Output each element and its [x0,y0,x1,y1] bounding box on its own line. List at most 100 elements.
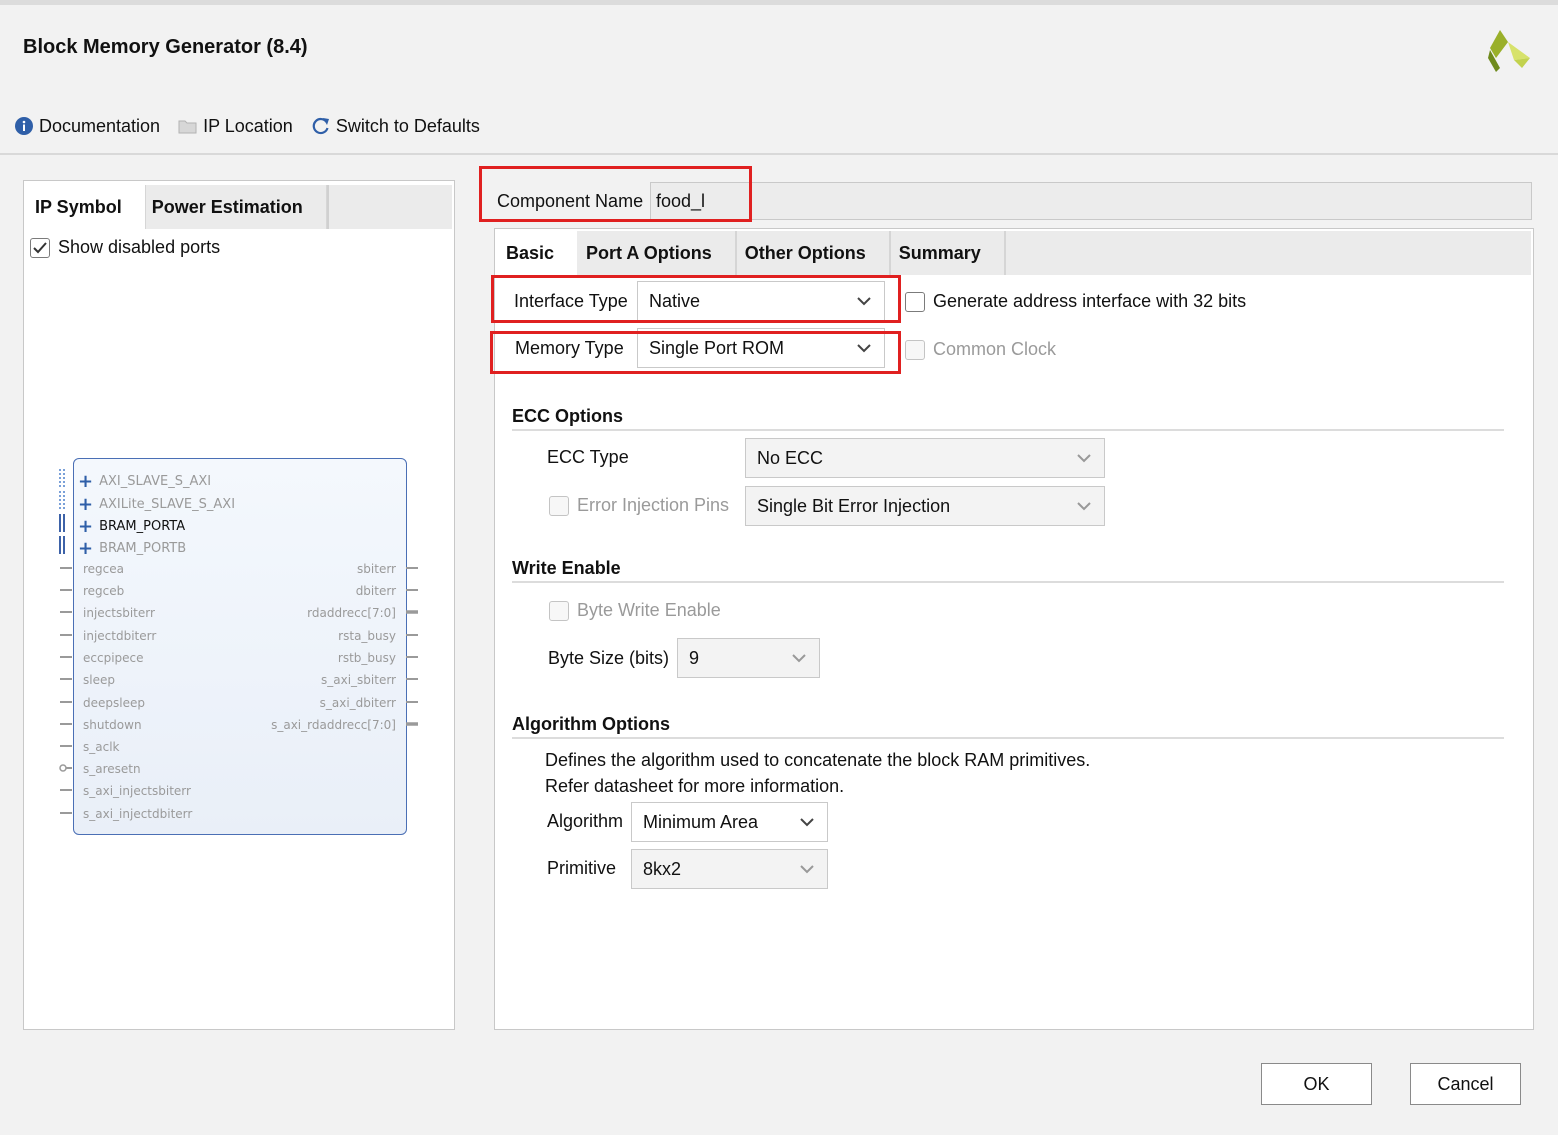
highlight-memory-type [490,331,901,374]
bus-bram-porta[interactable]: + BRAM_PORTA [78,516,185,537]
ecc-type-select[interactable]: No ECC [745,438,1105,478]
port-s-axi-injectdbiterr: s_axi_injectdbiterr [83,807,193,821]
common-clock-checkbox[interactable] [905,339,925,360]
tab-power-estimation[interactable]: Power Estimation [146,185,327,229]
common-clock-option[interactable]: Common Clock [905,339,1056,360]
switch-to-defaults-label: Switch to Defaults [335,115,480,136]
byte-size-label: Byte Size (bits) [548,648,670,668]
port-s-axi-rdaddrecc: s_axi_rdaddrecc[7:0] [271,718,396,732]
folder-icon [178,116,198,136]
highlight-interface-type [491,275,901,323]
common-clock-label: Common Clock [933,339,1057,359]
port-rsta-busy: rsta_busy [338,629,396,643]
error-injection-label: Error Injection Pins [577,495,730,515]
bus-axi-slave[interactable]: + AXI_SLAVE_S_AXI [78,471,211,492]
bus-label: AXI_SLAVE_S_AXI [99,474,212,489]
byte-write-enable-option[interactable]: Byte Write Enable [549,600,721,621]
highlight-component-name [479,166,752,222]
chevron-down-icon [800,865,814,874]
algorithm-value: Minimum Area [643,812,759,832]
algorithm-options-heading: Algorithm Options [512,714,670,734]
bus-axilite-slave[interactable]: + AXILite_SLAVE_S_AXI [78,494,235,515]
window-top-border [0,0,1558,5]
error-injection-option[interactable]: Error Injection Pins [549,495,729,516]
algorithm-section-divider [512,737,1504,739]
error-injection-checkbox[interactable] [549,495,569,516]
info-icon [14,116,34,136]
tab-other-options[interactable]: Other Options [737,231,891,275]
show-disabled-ports-label: Show disabled ports [58,237,221,257]
generate-address-checkbox[interactable] [905,291,925,312]
expand-plus-icon: + [78,494,94,515]
window-title: Block Memory Generator (8.4) [23,36,308,58]
port-sleep: sleep [83,673,115,687]
port-eccpipece: eccpipece [83,651,144,665]
vendor-logo-icon [1488,30,1530,72]
expand-plus-icon: + [78,538,94,559]
component-name-input[interactable]: food_l [650,182,1532,220]
primitive-value: 8kx2 [643,859,682,879]
port-rdaddrecc: rdaddrecc[7:0] [307,606,396,620]
port-s-aclk: s_aclk [83,740,120,754]
left-pins [59,469,72,814]
toolbar-divider [0,153,1558,155]
port-s-axi-sbiterr: s_axi_sbiterr [321,673,396,687]
byte-size-value: 9 [689,648,700,668]
chevron-down-icon [792,654,806,663]
ecc-options-heading: ECC Options [512,406,623,426]
port-injectsbiterr: injectsbiterr [83,606,155,620]
primitive-select[interactable]: 8kx2 [631,849,828,889]
right-pins [406,567,418,726]
show-disabled-ports-checkbox[interactable] [30,237,50,258]
expand-plus-icon: + [78,516,94,537]
refresh-icon [311,116,331,136]
tab-bar-spacer [326,185,452,229]
port-deepsleep: deepsleep [83,696,145,710]
algorithm-description-line1: Defines the algorithm used to concatenat… [545,750,1091,770]
bus-bram-portb[interactable]: + BRAM_PORTB [78,538,186,559]
error-injection-select[interactable]: Single Bit Error Injection [745,486,1105,526]
write-enable-divider [512,581,1504,583]
config-tab-bar: Basic Port A Options Other Options Summa… [498,231,1531,275]
algorithm-label: Algorithm [547,811,624,831]
show-disabled-ports-option[interactable]: Show disabled ports [30,237,220,258]
ok-button[interactable]: OK [1261,1063,1372,1105]
error-injection-value: Single Bit Error Injection [757,496,951,516]
documentation-label: Documentation [39,115,161,136]
algorithm-select[interactable]: Minimum Area [631,802,828,842]
switch-to-defaults-button[interactable]: Switch to Defaults [311,116,480,137]
ecc-type-label: ECC Type [547,447,629,467]
tab-ip-symbol[interactable]: IP Symbol [28,185,146,229]
left-tab-bar: IP Symbol Power Estimation [28,185,452,229]
bus-label: BRAM_PORTB [99,541,187,556]
ip-symbol-panel: IP Symbol Power Estimation Show disabled… [23,180,455,1030]
generate-address-label: Generate address interface with 32 bits [933,291,1247,311]
bus-label: BRAM_PORTA [99,519,186,534]
byte-write-enable-label: Byte Write Enable [577,600,721,620]
port-s-axi-injectsbiterr: s_axi_injectsbiterr [83,784,191,798]
cancel-button[interactable]: Cancel [1410,1063,1521,1105]
port-regceb: regceb [83,584,125,598]
port-sbiterr: sbiterr [357,562,396,576]
byte-write-enable-checkbox[interactable] [549,600,569,621]
chevron-down-icon [800,818,814,827]
port-rstb-busy: rstb_busy [337,651,396,665]
ip-symbol-block: + AXI_SLAVE_S_AXI + AXILite_SLAVE_S_AXI … [73,458,407,835]
port-s-axi-dbiterr: s_axi_dbiterr [319,696,396,710]
write-enable-heading: Write Enable [512,558,621,578]
generate-address-option[interactable]: Generate address interface with 32 bits [905,291,1246,312]
tab-port-a-options[interactable]: Port A Options [577,231,737,275]
checkmark-icon [33,241,47,253]
tab-summary[interactable]: Summary [891,231,1006,275]
ip-location-button[interactable]: IP Location [178,116,293,137]
chevron-down-icon [1077,502,1091,511]
documentation-button[interactable]: Documentation [14,116,160,137]
byte-size-select[interactable]: 9 [677,638,820,678]
chevron-down-icon [1077,454,1091,463]
tab-basic[interactable]: Basic [498,231,578,275]
primitive-label: Primitive [547,858,617,878]
ecc-section-divider [512,429,1504,431]
port-injectdbiterr: injectdbiterr [83,629,157,643]
algorithm-description-line2: Refer datasheet for more information. [545,776,845,796]
port-dbiterr: dbiterr [355,584,396,598]
